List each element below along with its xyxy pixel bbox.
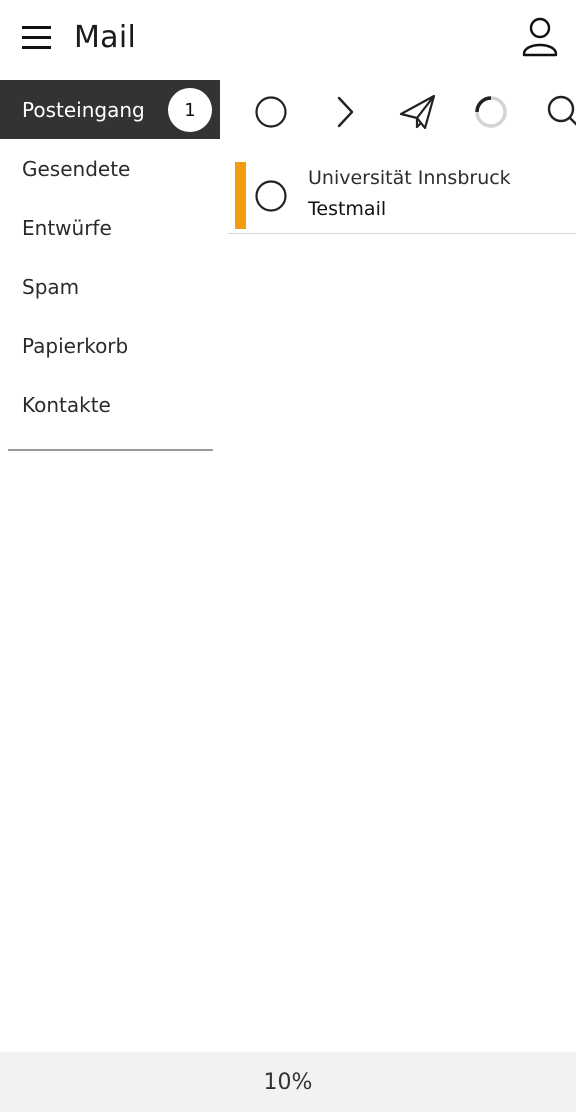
- user-icon[interactable]: [520, 16, 560, 58]
- sidebar-item-spam[interactable]: Spam: [0, 257, 220, 316]
- search-icon[interactable]: [542, 90, 576, 134]
- unread-marker: [235, 162, 246, 229]
- sidebar-item-label: Spam: [22, 274, 80, 299]
- sidebar-item-label: Gesendete: [22, 156, 131, 181]
- paper-plane-icon[interactable]: [395, 90, 439, 134]
- sidebar-item-entwuerfe[interactable]: Entwürfe: [0, 198, 220, 257]
- chevron-right-icon[interactable]: [322, 90, 366, 134]
- app-header: Mail: [0, 0, 576, 80]
- sidebar-item-label: Kontakte: [22, 392, 111, 417]
- folder-sidebar: Posteingang 1 Gesendete Entwürfe Spam Pa…: [0, 80, 220, 434]
- select-all-circle-icon[interactable]: [249, 90, 293, 134]
- sidebar-item-papierkorb[interactable]: Papierkorb: [0, 316, 220, 375]
- sidebar-item-label: Entwürfe: [22, 215, 112, 240]
- loading-spinner-icon: [469, 90, 513, 134]
- status-footer: 10%: [0, 1052, 576, 1112]
- sidebar-item-posteingang[interactable]: Posteingang 1: [0, 80, 220, 139]
- sidebar-item-label: Posteingang: [22, 97, 145, 122]
- message-toolbar: [220, 80, 576, 142]
- unread-count-badge: 1: [168, 88, 212, 132]
- app-title: Mail: [74, 20, 137, 55]
- message-subject: Testmail: [308, 198, 387, 220]
- sidebar-item-kontakte[interactable]: Kontakte: [0, 375, 220, 434]
- zoom-level: 10%: [263, 1069, 313, 1095]
- select-message-checkbox[interactable]: [254, 179, 288, 213]
- sidebar-divider: [8, 449, 213, 451]
- hamburger-icon[interactable]: [20, 22, 54, 52]
- sidebar-item-gesendete[interactable]: Gesendete: [0, 139, 220, 198]
- sidebar-item-label: Papierkorb: [22, 333, 129, 358]
- message-sender: Universität Innsbruck: [308, 167, 511, 189]
- message-row[interactable]: Universität Innsbruck Testmail: [228, 152, 576, 234]
